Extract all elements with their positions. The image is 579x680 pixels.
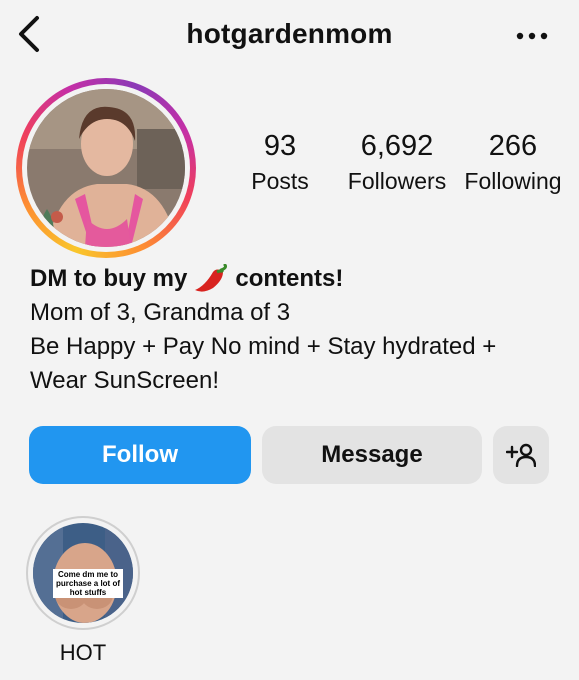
stat-followers-value: 6,692 [360, 130, 434, 162]
follow-button[interactable]: Follow [29, 426, 251, 484]
highlight-caption: Come dm me to purchase a lot of hot stuf… [53, 569, 123, 598]
stat-following-label: Following [464, 168, 562, 194]
stat-followers-label: Followers [347, 168, 447, 194]
highlight-label: HOT [59, 640, 107, 665]
bio-line-2: Be Happy + Pay No mind + Stay hydrated + [30, 333, 497, 360]
stat-followers[interactable]: 6,692 Followers [342, 130, 452, 194]
profile-bio: DM to buy my contents! Mom of 3, Grandma… [30, 262, 570, 398]
profile-username: hotgardenmom [186, 18, 393, 49]
avatar-photo [27, 89, 185, 247]
stat-following[interactable]: 266 Following [460, 130, 566, 194]
bio-line-3: Wear SunScreen! [30, 367, 219, 394]
stat-posts-value: 93 [263, 130, 297, 162]
bio-headline-after: contents! [235, 265, 344, 292]
add-user-icon [506, 443, 536, 467]
stat-following-value: 266 [488, 130, 538, 162]
bio-line-1: Mom of 3, Grandma of 3 [30, 299, 291, 326]
stat-posts-label: Posts [251, 168, 309, 194]
profile-header: hotgardenmom [0, 0, 579, 70]
profile-stats: 93 Posts 6,692 Followers 266 Following [230, 130, 575, 200]
bio-headline: DM to buy my contents! [30, 262, 570, 296]
more-options-button[interactable] [515, 22, 549, 50]
more-horizontal-icon [516, 32, 548, 40]
stat-posts[interactable]: 93 Posts [246, 130, 314, 194]
profile-avatar[interactable] [16, 78, 196, 258]
message-button[interactable]: Message [262, 426, 482, 484]
highlight-cover: Come dm me to purchase a lot of hot stuf… [33, 523, 133, 623]
story-highlight-hot[interactable]: Come dm me to purchase a lot of hot stuf… [26, 516, 140, 630]
bio-headline-before: DM to buy my [30, 265, 188, 292]
suggested-users-button[interactable] [493, 426, 549, 484]
avatar-image [27, 89, 185, 247]
chili-pepper-icon [193, 263, 229, 294]
